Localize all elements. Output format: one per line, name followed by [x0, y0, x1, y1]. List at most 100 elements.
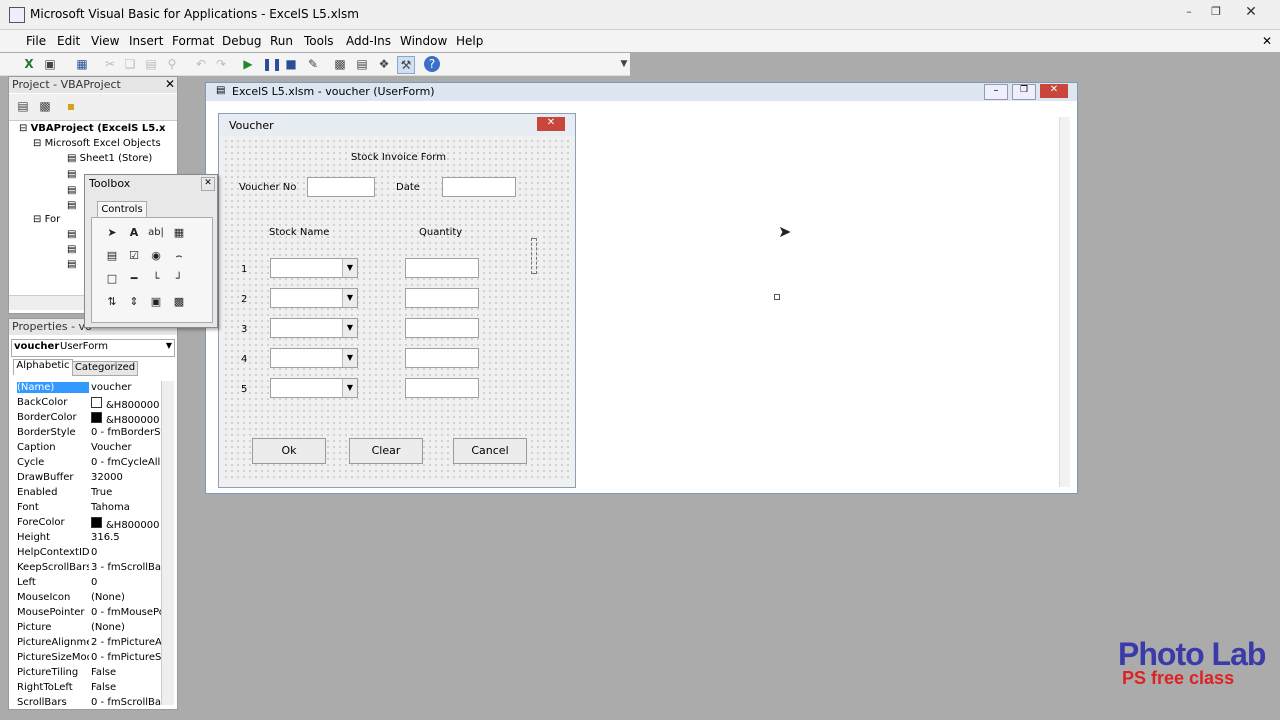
property-row[interactable]: MousePointer 0 - fmMousePo [15, 606, 165, 621]
date-textbox[interactable] [442, 177, 516, 197]
tree-node-sheet[interactable]: ▤ [67, 169, 76, 180]
close-button[interactable]: ✕ [537, 117, 565, 131]
toggle-button-tool-icon[interactable]: ⌢ [169, 246, 189, 266]
save-icon[interactable]: ▦ [74, 56, 90, 72]
image-tool-icon[interactable]: ▣ [146, 292, 166, 312]
help-icon[interactable]: ? [424, 56, 440, 72]
tree-node-sheet1[interactable]: ▤ Sheet1 (Store) [67, 153, 152, 164]
stock-combobox[interactable]: ▼ [270, 258, 358, 278]
multipage-tool-icon[interactable]: ┘ [169, 269, 189, 289]
property-value[interactable]: 3 - fmScrollBar [91, 562, 163, 573]
tree-node-form[interactable]: ▤ [67, 259, 76, 270]
property-row[interactable]: RightToLeft False [15, 681, 165, 696]
quantity-textbox[interactable] [405, 348, 479, 368]
property-row[interactable]: ScrollBars 0 - fmScrollBar [15, 696, 165, 707]
option-button-tool-icon[interactable]: ◉ [146, 246, 166, 266]
menu-tools[interactable]: Tools [304, 34, 334, 48]
menu-format[interactable]: Format [172, 34, 214, 48]
row-number-label[interactable]: 2 [241, 294, 247, 305]
property-value[interactable]: Voucher [91, 442, 163, 453]
tab-alphabetic[interactable]: Alphabetic [13, 359, 73, 375]
menu-help[interactable]: Help [456, 34, 483, 48]
row-number-label[interactable]: 5 [241, 384, 247, 395]
close-button[interactable]: ✕ [1040, 84, 1068, 98]
undo-icon[interactable]: ↶ [193, 56, 209, 72]
date-label[interactable]: Date [396, 182, 420, 193]
restore-button[interactable]: ❐ [1203, 4, 1229, 20]
property-value[interactable]: False [91, 682, 163, 693]
property-row[interactable]: Cycle 0 - fmCycleAllF [15, 456, 165, 471]
quantity-textbox[interactable] [405, 378, 479, 398]
vertical-scrollbar[interactable] [1059, 117, 1070, 487]
design-mode-icon[interactable]: ✎ [305, 56, 321, 72]
property-row[interactable]: DrawBuffer 32000 [15, 471, 165, 486]
view-code-icon[interactable]: ▤ [15, 98, 31, 114]
property-row[interactable]: Left 0 [15, 576, 165, 591]
reset-icon[interactable]: ■ [283, 56, 299, 72]
excel-icon[interactable]: X [21, 56, 37, 72]
voucher-userform[interactable]: Voucher ✕ Stock Invoice Form Voucher No … [218, 113, 576, 488]
quantity-textbox[interactable] [405, 318, 479, 338]
stock-combobox[interactable]: ▼ [270, 288, 358, 308]
menu-view[interactable]: View [91, 34, 119, 48]
close-icon[interactable]: ✕ [201, 177, 215, 191]
tab-categorized[interactable]: Categorized [72, 361, 138, 376]
command-button-tool-icon[interactable]: ━ [124, 269, 144, 289]
object-selector[interactable]: voucher UserForm ▼ [11, 339, 175, 357]
row-number-label[interactable]: 3 [241, 324, 247, 335]
property-row[interactable]: PictureSizeMode0 - fmPictureSi [15, 651, 165, 666]
break-icon[interactable]: ❚❚ [262, 56, 282, 72]
property-row[interactable]: PictureTiling False [15, 666, 165, 681]
property-value[interactable]: &H800000 [91, 517, 163, 531]
property-row[interactable]: HelpContextID 0 [15, 546, 165, 561]
restore-button[interactable]: ❐ [1012, 84, 1036, 100]
property-value[interactable]: Tahoma [91, 502, 163, 513]
scrollbar-tool-icon[interactable]: ⇅ [102, 292, 122, 312]
view-object-icon[interactable]: ▩ [37, 98, 53, 114]
voucher-no-label[interactable]: Voucher No [239, 182, 296, 193]
property-value[interactable]: 316.5 [91, 532, 163, 543]
property-value[interactable]: 0 - fmScrollBar [91, 697, 163, 707]
property-value[interactable]: 0 [91, 577, 163, 588]
row-number-label[interactable]: 1 [241, 264, 247, 275]
redo-icon[interactable]: ↷ [213, 56, 229, 72]
cancel-button[interactable]: Cancel [453, 438, 527, 464]
property-row[interactable]: MouseIcon (None) [15, 591, 165, 606]
ok-button[interactable]: Ok [252, 438, 326, 464]
property-row[interactable]: Caption Voucher [15, 441, 165, 456]
property-value[interactable]: 0 - fmPictureSi [91, 652, 163, 663]
menu-run[interactable]: Run [270, 34, 293, 48]
menu-insert[interactable]: Insert [129, 34, 163, 48]
tree-node-sheet[interactable]: ▤ [67, 185, 76, 196]
menu-window[interactable]: Window [400, 34, 447, 48]
menu-add-ins[interactable]: Add-Ins [346, 34, 391, 48]
resize-handle[interactable] [774, 294, 780, 300]
tab-controls[interactable]: Controls [97, 201, 147, 218]
property-row[interactable]: BorderColor &H800000 [15, 411, 165, 426]
stock-combobox[interactable]: ▼ [270, 348, 358, 368]
properties-window-icon[interactable]: ▤ [354, 56, 370, 72]
property-row[interactable]: PictureAlignmen2 - fmPictureAl [15, 636, 165, 651]
label-tool-icon[interactable]: A [124, 223, 144, 243]
property-row[interactable]: KeepScrollBarsV3 - fmScrollBar [15, 561, 165, 576]
row-number-label[interactable]: 4 [241, 354, 247, 365]
property-value[interactable]: 0 - fmMousePo [91, 607, 163, 618]
vertical-scrollbar[interactable] [161, 381, 174, 705]
property-row[interactable]: BackColor &H800000 [15, 396, 165, 411]
stock-combobox[interactable]: ▼ [270, 318, 358, 338]
quantity-textbox[interactable] [405, 258, 479, 278]
cut-icon[interactable]: ✂ [102, 56, 118, 72]
clear-button[interactable]: Clear [349, 438, 423, 464]
refedit-tool-icon[interactable]: ▩ [169, 292, 189, 312]
property-value[interactable]: (None) [91, 592, 163, 603]
property-value[interactable]: 0 - fmBorderSt [91, 427, 163, 438]
property-value[interactable]: &H800000 [91, 397, 163, 411]
tree-node-form[interactable]: ▤ [67, 244, 76, 255]
property-value[interactable]: False [91, 667, 163, 678]
voucher-no-textbox[interactable] [307, 177, 375, 197]
select-pointer-icon[interactable]: ➤ [102, 223, 122, 243]
property-row[interactable]: Font Tahoma [15, 501, 165, 516]
toggle-folders-icon[interactable]: ▪ [63, 98, 79, 114]
frame-tool-icon[interactable]: □ [102, 269, 122, 289]
stock-combobox[interactable]: ▼ [270, 378, 358, 398]
